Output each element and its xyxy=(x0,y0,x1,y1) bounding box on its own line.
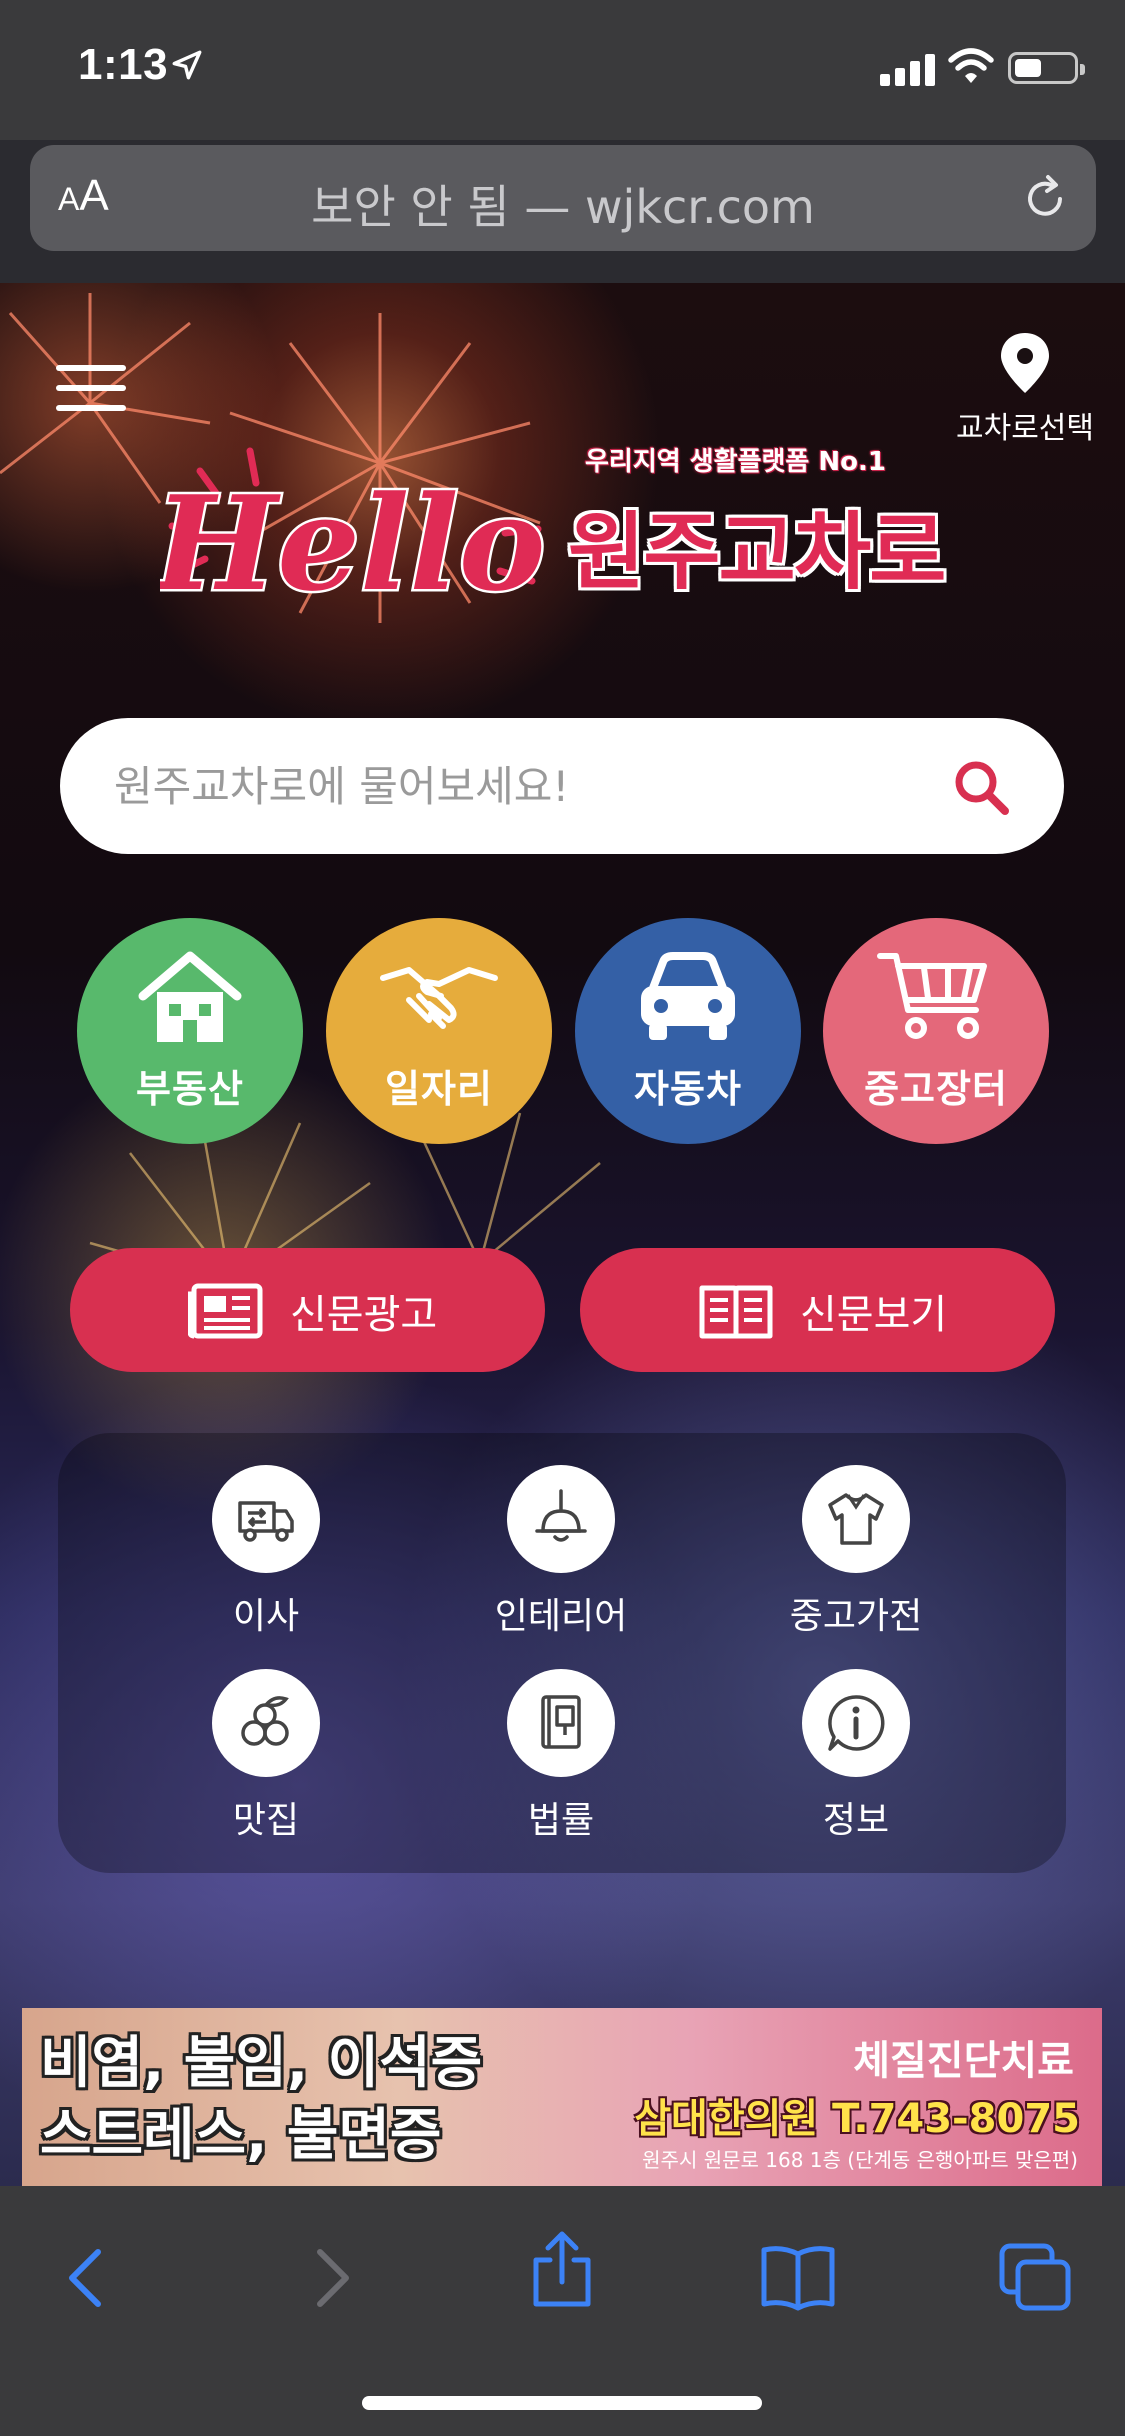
open-book-icon xyxy=(699,1285,773,1339)
service-label: 이사 xyxy=(232,1596,300,1637)
shopping-cart-icon xyxy=(877,953,987,1039)
newspaper-icon xyxy=(188,1283,263,1339)
law-book-icon xyxy=(541,1695,581,1749)
newspaper-ads-label: 신문광고 xyxy=(290,1292,438,1338)
site-logo[interactable]: Hello 우리지역 생활플랫폼 No.1 원주교차로 xyxy=(160,441,960,631)
category-real-estate[interactable]: 부동산 xyxy=(77,918,303,1144)
status-bar: 1:13 xyxy=(0,0,1125,140)
service-label: 법률 xyxy=(527,1800,595,1841)
map-pin-icon xyxy=(1001,333,1049,393)
url-text[interactable]: 보안 안 됨 — wjkcr.com xyxy=(30,171,1096,237)
back-icon[interactable] xyxy=(48,2238,128,2318)
service-label: 인테리어 xyxy=(494,1596,628,1637)
region-select-button[interactable]: 교차로선택 xyxy=(940,331,1110,447)
home-indicator xyxy=(362,2396,762,2410)
service-law[interactable]: 법률 xyxy=(461,1669,661,1843)
car-icon xyxy=(641,952,735,1040)
logo-tagline: 우리지역 생활플랫폼 No.1 xyxy=(585,447,886,477)
share-icon[interactable] xyxy=(522,2230,602,2310)
search-icon[interactable] xyxy=(950,756,1012,818)
reload-icon[interactable] xyxy=(1020,173,1070,223)
svg-text:Hello: Hello xyxy=(160,467,546,620)
handshake-icon xyxy=(380,967,498,1029)
services-panel: 이사 인테리어 중고가전 맛집 법률 정보 xyxy=(58,1433,1066,1873)
service-label: 맛집 xyxy=(232,1800,300,1841)
search-input[interactable] xyxy=(114,758,894,814)
service-used-appliances[interactable]: 중고가전 xyxy=(756,1465,956,1639)
service-label: 정보 xyxy=(822,1800,890,1841)
tabs-icon[interactable] xyxy=(996,2238,1076,2318)
berries-icon xyxy=(241,1696,289,1746)
location-arrow-icon xyxy=(172,50,202,80)
category-label: 일자리 xyxy=(385,1067,493,1111)
cellular-signal-icon xyxy=(880,52,936,86)
category-cars[interactable]: 자동차 xyxy=(575,918,801,1144)
forward-icon[interactable] xyxy=(290,2238,370,2318)
clinic-ad-banner[interactable]: 비염, 불임, 이석증 스트레스, 불면증 체질진단치료 삼대한의원 T.743… xyxy=(22,2008,1102,2186)
service-info[interactable]: 정보 xyxy=(756,1669,956,1843)
logo-name: 원주교차로 xyxy=(568,503,946,601)
bookmarks-icon[interactable] xyxy=(758,2238,838,2318)
view-newspaper-button[interactable]: 신문보기 xyxy=(580,1248,1055,1372)
search-box[interactable] xyxy=(60,718,1064,854)
pendant-lamp-icon xyxy=(535,1489,587,1542)
category-label: 중고장터 xyxy=(864,1067,1008,1111)
ad-address: 원주시 원문로 168 1층 (단계동 은행아파트 맞은편) xyxy=(642,2148,1078,2172)
hello-logo-art: Hello xyxy=(160,447,548,623)
menu-button[interactable] xyxy=(56,365,126,415)
region-select-label: 교차로선택 xyxy=(956,411,1094,446)
web-page: 교차로선택 Hello 우리지역 생활플랫폼 No.1 원주교차로 부동산 xyxy=(0,283,1125,2186)
service-moving[interactable]: 이사 xyxy=(166,1465,366,1639)
ad-symptoms: 비염, 불임, 이석증 스트레스, 불면증 xyxy=(40,2031,483,2168)
moving-truck-icon xyxy=(238,1501,294,1542)
category-jobs[interactable]: 일자리 xyxy=(326,918,552,1144)
house-icon xyxy=(138,951,242,1042)
category-used-market[interactable]: 중고장터 xyxy=(823,918,1049,1144)
address-bar[interactable]: AA 보안 안 됨 — wjkcr.com xyxy=(30,145,1096,251)
service-label: 중고가전 xyxy=(789,1596,923,1637)
shirt-icon xyxy=(828,1493,884,1545)
battery-icon xyxy=(1008,52,1085,84)
wifi-icon xyxy=(948,48,994,83)
service-interior[interactable]: 인테리어 xyxy=(461,1465,661,1639)
view-newspaper-label: 신문보기 xyxy=(800,1292,948,1338)
ad-headline: 체질진단치료 xyxy=(853,2038,1074,2084)
newspaper-ads-button[interactable]: 신문광고 xyxy=(70,1248,545,1372)
category-label: 자동차 xyxy=(634,1067,742,1111)
status-time: 1:13 xyxy=(78,40,169,89)
category-label: 부동산 xyxy=(136,1067,244,1111)
info-icon xyxy=(828,1695,885,1751)
service-restaurants[interactable]: 맛집 xyxy=(166,1669,366,1843)
ad-clinic-phone: 삼대한의원 T.743-8075 xyxy=(634,2096,1080,2142)
